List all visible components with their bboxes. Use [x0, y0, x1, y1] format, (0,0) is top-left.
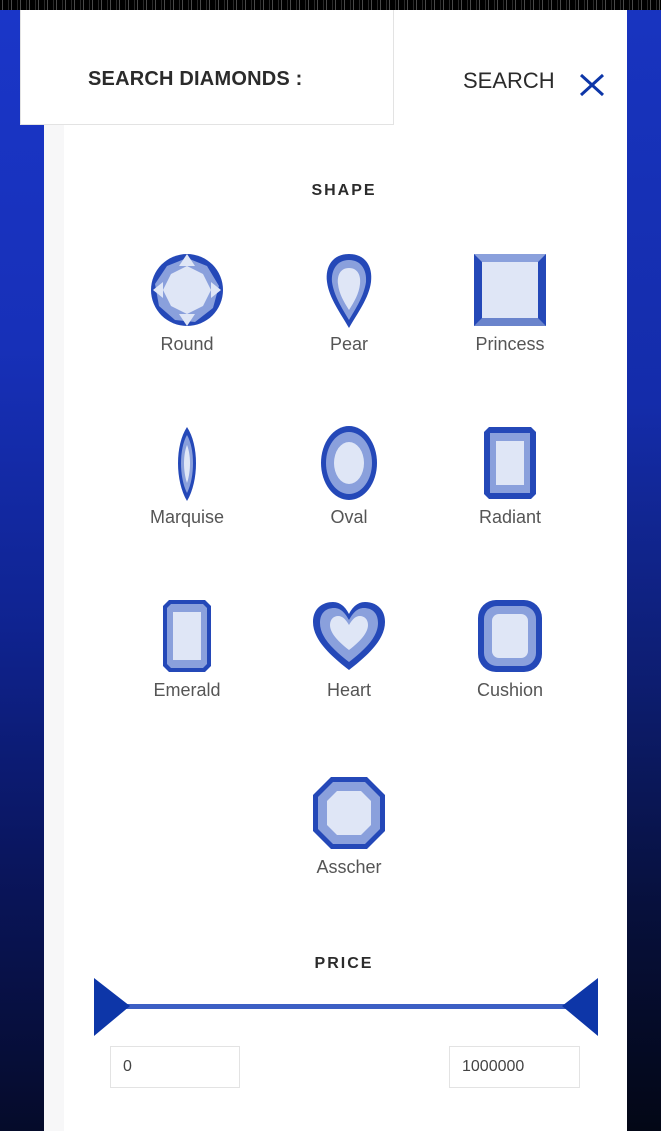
asscher-diamond-icon [313, 777, 385, 849]
cushion-diamond-icon [478, 600, 542, 672]
radiant-diamond-icon [484, 427, 536, 499]
panel-title: SEARCH DIAMONDS : [88, 68, 303, 90]
shape-label: Heart [326, 680, 371, 700]
shape-option-pear[interactable]: Pear [279, 252, 419, 355]
pear-diamond-icon [326, 254, 372, 328]
shape-option-asscher[interactable]: Asscher [279, 775, 419, 878]
oval-diamond-icon [321, 426, 377, 500]
shape-option-marquise[interactable]: Marquise [117, 425, 257, 528]
round-diamond-icon [151, 254, 223, 326]
heart-diamond-icon [313, 602, 385, 670]
shape-label: Radiant [478, 507, 542, 527]
close-icon[interactable] [578, 70, 606, 98]
shape-option-princess[interactable]: Princess [440, 252, 580, 355]
background-top-strip [0, 0, 661, 10]
search-label[interactable]: SEARCH [463, 68, 555, 94]
shape-section-title: SHAPE [311, 182, 377, 199]
shape-label: Princess [475, 334, 545, 354]
background-left [0, 10, 44, 1131]
shape-option-round[interactable]: Round [117, 252, 257, 355]
shape-option-radiant[interactable]: Radiant [440, 425, 580, 528]
background-right [627, 10, 661, 1131]
shape-option-oval[interactable]: Oval [279, 425, 419, 528]
emerald-diamond-icon [163, 600, 211, 672]
price-min-input[interactable]: 0 [110, 1046, 240, 1088]
shape-option-heart[interactable]: Heart [279, 598, 419, 701]
slider-handle-max[interactable] [562, 978, 598, 1036]
shape-option-cushion[interactable]: Cushion [440, 598, 580, 701]
price-range-slider[interactable] [94, 978, 598, 1038]
slider-handle-min[interactable] [94, 978, 130, 1036]
shape-option-emerald[interactable]: Emerald [117, 598, 257, 701]
shape-label: Marquise [149, 507, 225, 527]
shape-label: Emerald [153, 680, 221, 700]
price-max-input[interactable]: 1000000 [449, 1046, 580, 1088]
marquise-diamond-icon [178, 427, 196, 501]
shape-label: Cushion [476, 680, 544, 700]
price-section-title: PRICE [314, 955, 374, 972]
shape-label: Round [160, 334, 214, 354]
princess-diamond-icon [474, 254, 546, 326]
shape-label: Oval [330, 507, 368, 527]
shape-label: Pear [329, 334, 369, 354]
panel-edge [44, 10, 64, 1131]
shape-label: Asscher [316, 857, 382, 877]
slider-track [104, 1004, 588, 1009]
